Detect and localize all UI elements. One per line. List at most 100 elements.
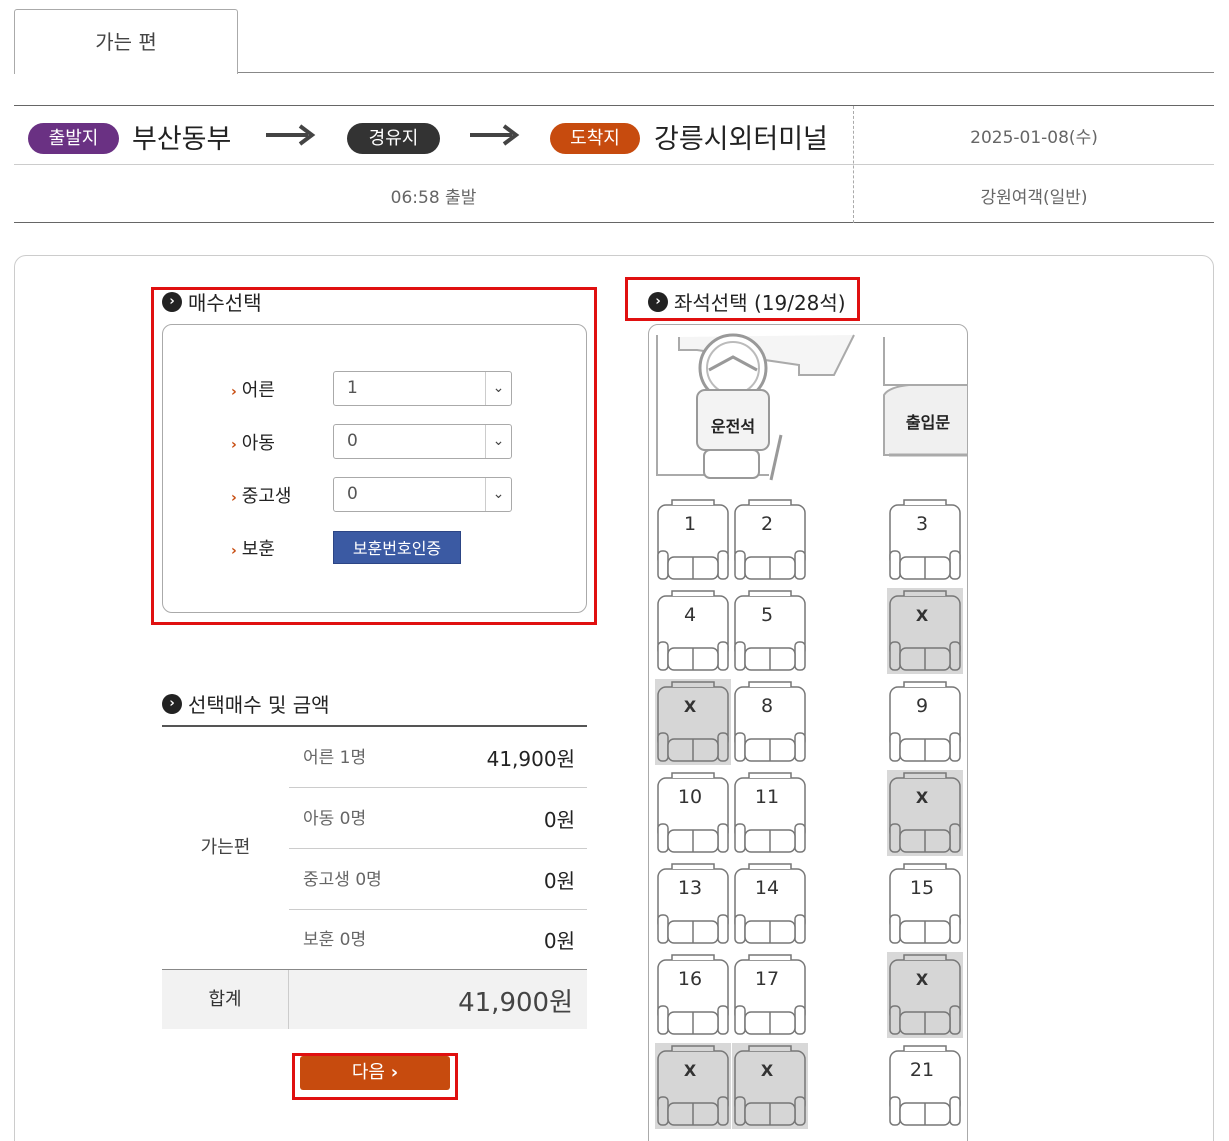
summary-title-text: 선택매수 및 금액 <box>188 693 330 717</box>
bullet-icon: › <box>162 693 182 714</box>
summary-row-amount: 0원 <box>543 808 575 832</box>
seat-available[interactable]: 1 <box>655 497 731 583</box>
student-label: › 중고생 <box>231 485 292 507</box>
seat-number: 8 <box>760 695 774 717</box>
seat-number: 3 <box>915 513 929 535</box>
seat-number: X <box>915 606 929 625</box>
summary-total-row: 합계 41,900원 <box>162 969 587 1029</box>
tab-divider <box>237 72 1214 73</box>
seat-taken: X <box>887 588 963 674</box>
chevron-down-icon: ⌄ <box>485 478 511 511</box>
count-title-text: 매수선택 <box>188 291 262 315</box>
departure-time: 06:58 출발 <box>390 188 477 208</box>
seat-number: 2 <box>760 513 774 535</box>
seat-number: 16 <box>677 968 703 990</box>
summary-row: 보훈 0명 0원 <box>289 909 587 970</box>
count-row-student: › 중고생 0 ⌄ <box>231 477 512 512</box>
seat-number: 10 <box>677 786 703 808</box>
bus-seat-map: 운전석 출입문 1 2 3 4 5 X X 8 9 10 11 X 13 14 … <box>648 324 968 1141</box>
seat-number: 13 <box>677 877 703 899</box>
bullet-icon: › <box>162 291 182 312</box>
veteran-verify-button[interactable]: 보훈번호인증 <box>333 531 461 564</box>
arrival-badge: 도착지 <box>550 123 640 154</box>
seat-number: 15 <box>909 877 935 899</box>
count-row-child: › 아동 0 ⌄ <box>231 424 512 459</box>
total-amount: 41,900원 <box>458 988 573 1018</box>
tab-outbound[interactable]: 가는 편 <box>14 9 238 74</box>
adult-label: › 어른 <box>231 379 275 401</box>
door-label: 출입문 <box>905 413 951 432</box>
tab-outbound-label: 가는 편 <box>95 30 157 54</box>
summary-row: 아동 0명 0원 <box>289 788 587 849</box>
seat-number: X <box>683 697 697 716</box>
seat-taken: X <box>887 952 963 1038</box>
arrow-right-icon <box>266 124 316 146</box>
seat-section-title: › 좌석선택 (19/28석) <box>648 287 846 316</box>
next-button[interactable]: 다음 › <box>300 1056 450 1090</box>
arrival-city: 강릉시외터미널 <box>654 124 828 155</box>
child-count-select[interactable]: 0 ⌄ <box>333 424 512 459</box>
fare-summary-table: 가는편 어른 1명 41,900원 아동 0명 0원 중고생 0명 0원 보훈 … <box>162 725 587 1029</box>
count-section-title: › 매수선택 <box>162 287 262 316</box>
route-info: 출발지 부산동부 경유지 도착지 강릉시외터미널 2025-01-08(수) 0… <box>14 105 1214 223</box>
summary-row-name: 보훈 0명 <box>303 930 367 950</box>
seat-taken: X <box>887 770 963 856</box>
count-row-veteran: › 보훈 보훈번호인증 <box>231 531 461 564</box>
summary-row-name: 아동 0명 <box>303 809 367 829</box>
departure-city: 부산동부 <box>132 124 232 155</box>
seat-available[interactable]: 14 <box>732 861 808 947</box>
seat-number: 9 <box>915 695 929 717</box>
seat-available[interactable]: 3 <box>887 497 963 583</box>
student-count-select[interactable]: 0 ⌄ <box>333 477 512 512</box>
seat-available[interactable]: 2 <box>732 497 808 583</box>
seat-available[interactable]: 5 <box>732 588 808 674</box>
seat-available[interactable]: 16 <box>655 952 731 1038</box>
veteran-label: › 보훈 <box>231 538 275 560</box>
seat-available[interactable]: 21 <box>887 1043 963 1129</box>
seat-available[interactable]: 10 <box>655 770 731 856</box>
seat-number: 5 <box>760 604 774 626</box>
seat-available[interactable]: 4 <box>655 588 731 674</box>
seat-available[interactable]: 17 <box>732 952 808 1038</box>
total-label: 합계 <box>162 970 289 1029</box>
seat-number: X <box>915 970 929 989</box>
summary-section-title: › 선택매수 및 금액 <box>162 689 330 718</box>
seat-number: 4 <box>683 604 697 626</box>
seat-number: X <box>760 1061 774 1080</box>
count-row-adult: › 어른 1 ⌄ <box>231 371 512 406</box>
chevron-down-icon: ⌄ <box>485 425 511 458</box>
chevron-right-icon: › <box>390 1062 399 1083</box>
seat-taken: X <box>732 1043 808 1129</box>
seat-number: 17 <box>754 968 780 990</box>
seat-title-text: 좌석선택 (19/28석) <box>674 291 846 315</box>
summary-direction: 가는편 <box>200 837 251 858</box>
seat-available[interactable]: 8 <box>732 679 808 765</box>
next-button-label: 다음 <box>351 1062 385 1083</box>
summary-row: 중고생 0명 0원 <box>289 849 587 910</box>
child-label: › 아동 <box>231 432 275 454</box>
summary-row-amount: 0원 <box>543 869 575 893</box>
departure-badge: 출발지 <box>28 123 119 154</box>
seat-number: X <box>915 788 929 807</box>
summary-row-name: 어른 1명 <box>303 748 367 768</box>
summary-row: 어른 1명 41,900원 <box>289 727 587 788</box>
bus-company: 강원여객(일반) <box>980 188 1088 208</box>
summary-row-amount: 41,900원 <box>486 747 575 771</box>
seat-available[interactable]: 11 <box>732 770 808 856</box>
seat-available[interactable]: 9 <box>887 679 963 765</box>
summary-row-amount: 0원 <box>543 929 575 953</box>
seat-available[interactable]: 15 <box>887 861 963 947</box>
seat-number: 21 <box>909 1059 935 1081</box>
seat-number: 14 <box>754 877 780 899</box>
summary-row-name: 중고생 0명 <box>303 870 382 890</box>
seat-number: X <box>683 1061 697 1080</box>
seat-available[interactable]: 13 <box>655 861 731 947</box>
seat-number: 1 <box>683 513 697 535</box>
seat-number: 11 <box>754 786 780 808</box>
seat-taken: X <box>655 679 731 765</box>
bullet-icon: › <box>648 291 668 312</box>
adult-count-select[interactable]: 1 ⌄ <box>333 371 512 406</box>
via-badge: 경유지 <box>347 123 440 154</box>
seat-taken: X <box>655 1043 731 1129</box>
departure-date: 2025-01-08(수) <box>970 128 1098 148</box>
